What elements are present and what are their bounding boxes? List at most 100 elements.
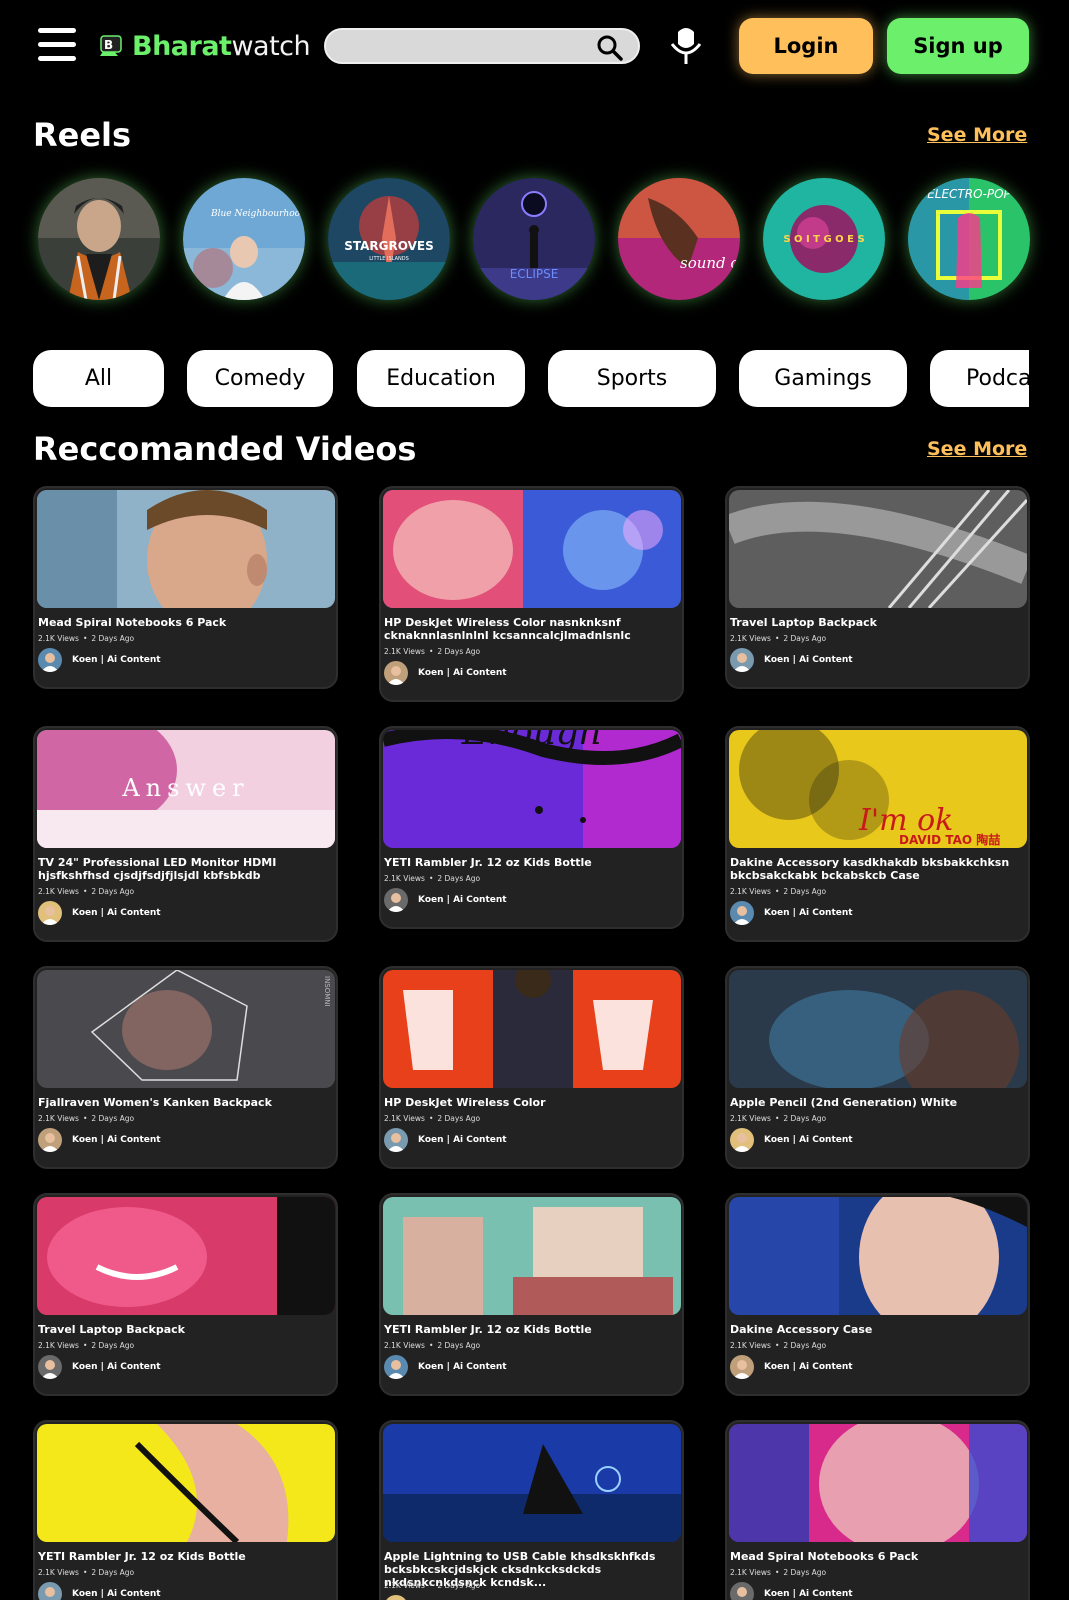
video-card[interactable]: YETI Rambler Jr. 12 oz Kids Bottle 2.1K V… <box>379 1193 684 1396</box>
video-card[interactable]: INSOMNI Fjallraven Women's Kanken Backpac… <box>33 966 338 1169</box>
channel-info[interactable]: Koen | Ai Content <box>38 901 161 925</box>
category-gamings[interactable]: Gamings <box>739 350 907 407</box>
channel-name[interactable]: Koen | Ai Content <box>764 1362 853 1372</box>
video-card[interactable]: Enough YETI Rambler Jr. 12 oz Kids Bottle… <box>379 726 684 929</box>
video-thumbnail[interactable] <box>729 1424 1027 1542</box>
video-card[interactable]: YETI Rambler Jr. 12 oz Kids Bottle 2.1K V… <box>33 1420 338 1600</box>
avatar[interactable] <box>730 901 754 925</box>
video-title[interactable]: Travel Laptop Backpack <box>730 616 1028 629</box>
avatar[interactable] <box>384 888 408 912</box>
channel-name[interactable]: Koen | Ai Content <box>72 1135 161 1145</box>
channel-name[interactable]: Koen | Ai Content <box>72 1362 161 1372</box>
video-card[interactable]: HP DeskJet Wireless Color 2.1K Views • 2 Da… <box>379 966 684 1169</box>
channel-info[interactable]: Koen | Ai Content <box>730 1582 853 1600</box>
avatar[interactable] <box>384 1595 408 1600</box>
video-title[interactable]: Mead Spiral Notebooks 6 Pack <box>730 1550 1028 1563</box>
video-thumbnail[interactable]: I'm ok DAVID TAO 陶喆 <box>729 730 1027 848</box>
brand-logo[interactable]: B Bharatwatch <box>98 26 311 66</box>
channel-info[interactable]: Koen | Ai Content <box>730 648 853 672</box>
video-title[interactable]: YETI Rambler Jr. 12 oz Kids Bottle <box>38 1550 336 1563</box>
video-thumbnail[interactable] <box>37 1197 335 1315</box>
category-comedy[interactable]: Comedy <box>187 350 333 407</box>
video-title[interactable]: Fjallraven Women's Kanken Backpack <box>38 1096 336 1109</box>
avatar[interactable] <box>38 1582 62 1600</box>
reel-stargroves[interactable]: STARGROVES LITTLE ISLANDS <box>328 178 450 300</box>
video-thumbnail[interactable] <box>729 1197 1027 1315</box>
channel-info[interactable]: Koen | Ai Content <box>730 901 853 925</box>
avatar[interactable] <box>384 1128 408 1152</box>
search-icon[interactable] <box>596 34 624 62</box>
category-all[interactable]: All <box>33 350 164 407</box>
video-card[interactable]: Answer TV 24" Professional LED Monitor HD… <box>33 726 338 942</box>
channel-info[interactable]: Koen | Ai Content <box>38 1582 161 1600</box>
microphone-icon[interactable] <box>666 26 706 66</box>
video-title[interactable]: Dakine Accessory kasdkhakdb bksbakkchksn… <box>730 856 1028 882</box>
channel-name[interactable]: Koen | Ai Content <box>418 895 507 905</box>
video-title[interactable]: Apple Pencil (2nd Generation) White <box>730 1096 1028 1109</box>
video-thumbnail[interactable] <box>383 970 681 1088</box>
recommended-see-more-link[interactable]: See More <box>927 438 1027 460</box>
reel-blue-neighbourhood[interactable]: Blue Neighbourhood <box>183 178 305 300</box>
video-card[interactable]: I'm ok DAVID TAO 陶喆 Dakine Accessory kasdk… <box>725 726 1030 942</box>
video-title[interactable]: TV 24" Professional LED Monitor HDMI hjs… <box>38 856 336 882</box>
category-podcast[interactable]: Podca <box>930 350 1029 407</box>
channel-info[interactable]: Koen | Ai Content <box>384 1595 507 1600</box>
channel-name[interactable]: Koen | Ai Content <box>418 1135 507 1145</box>
video-thumbnail[interactable] <box>383 1424 681 1542</box>
menu-icon[interactable] <box>38 26 76 64</box>
video-title[interactable]: Dakine Accessory Case <box>730 1323 1028 1336</box>
video-card[interactable]: Travel Laptop Backpack 2.1K Views • 2 Days … <box>33 1193 338 1396</box>
avatar[interactable] <box>730 1355 754 1379</box>
avatar[interactable] <box>730 1582 754 1600</box>
reel-portrait[interactable] <box>38 178 160 300</box>
channel-name[interactable]: Koen | Ai Content <box>72 908 161 918</box>
video-card[interactable]: Dakine Accessory Case 2.1K Views • 2 Days A… <box>725 1193 1030 1396</box>
avatar[interactable] <box>384 1355 408 1379</box>
avatar[interactable] <box>38 901 62 925</box>
channel-name[interactable]: Koen | Ai Content <box>764 1135 853 1145</box>
avatar[interactable] <box>38 1128 62 1152</box>
category-sports[interactable]: Sports <box>548 350 716 407</box>
video-thumbnail[interactable] <box>383 490 681 608</box>
video-card[interactable]: Apple Lightning to USB Cable khsdkskhfkd… <box>379 1420 684 1600</box>
video-thumbnail[interactable]: Answer <box>37 730 335 848</box>
video-card[interactable]: Apple Pencil (2nd Generation) White 2.1K … <box>725 966 1030 1169</box>
reel-electro-pop[interactable]: ELECTRO-POP <box>908 178 1030 300</box>
video-title[interactable]: YETI Rambler Jr. 12 oz Kids Bottle <box>384 1323 682 1336</box>
reels-see-more-link[interactable]: See More <box>927 124 1027 146</box>
video-card[interactable]: Travel Laptop Backpack 2.1K Views • 2 Days … <box>725 486 1030 689</box>
channel-info[interactable]: Koen | Ai Content <box>38 1355 161 1379</box>
category-education[interactable]: Education <box>357 350 525 407</box>
reel-eclipse[interactable]: ECLIPSE <box>473 178 595 300</box>
channel-info[interactable]: Koen | Ai Content <box>730 1355 853 1379</box>
video-title[interactable]: YETI Rambler Jr. 12 oz Kids Bottle <box>384 856 682 869</box>
channel-info[interactable]: Koen | Ai Content <box>38 1128 161 1152</box>
channel-name[interactable]: Koen | Ai Content <box>72 655 161 665</box>
avatar[interactable] <box>38 648 62 672</box>
signup-button[interactable]: Sign up <box>887 18 1029 74</box>
channel-name[interactable]: Koen | Ai Content <box>764 908 853 918</box>
channel-info[interactable]: Koen | Ai Content <box>384 1128 507 1152</box>
channel-info[interactable]: Koen | Ai Content <box>730 1128 853 1152</box>
search-bar[interactable] <box>324 28 640 64</box>
reel-so-it-goes[interactable]: S O I T G O E S <box>763 178 885 300</box>
video-thumbnail[interactable] <box>37 490 335 608</box>
video-thumbnail[interactable]: INSOMNI <box>37 970 335 1088</box>
channel-info[interactable]: Koen | Ai Content <box>38 648 161 672</box>
video-card[interactable]: HP DeskJet Wireless Color nasnknksnf ckn… <box>379 486 684 702</box>
channel-info[interactable]: Koen | Ai Content <box>384 1355 507 1379</box>
avatar[interactable] <box>384 661 408 685</box>
avatar[interactable] <box>38 1355 62 1379</box>
channel-name[interactable]: Koen | Ai Content <box>764 655 853 665</box>
avatar[interactable] <box>730 1128 754 1152</box>
video-thumbnail[interactable] <box>729 490 1027 608</box>
channel-info[interactable]: Koen | Ai Content <box>384 661 507 685</box>
video-card[interactable]: Mead Spiral Notebooks 6 Pack 2.1K Views • 2… <box>725 1420 1030 1600</box>
video-title[interactable]: Travel Laptop Backpack <box>38 1323 336 1336</box>
video-title[interactable]: Mead Spiral Notebooks 6 Pack <box>38 616 336 629</box>
video-thumbnail[interactable] <box>37 1424 335 1542</box>
channel-info[interactable]: Koen | Ai Content <box>384 888 507 912</box>
login-button[interactable]: Login <box>739 18 873 74</box>
video-thumbnail[interactable]: Enough <box>383 730 681 848</box>
search-input[interactable] <box>340 34 580 60</box>
